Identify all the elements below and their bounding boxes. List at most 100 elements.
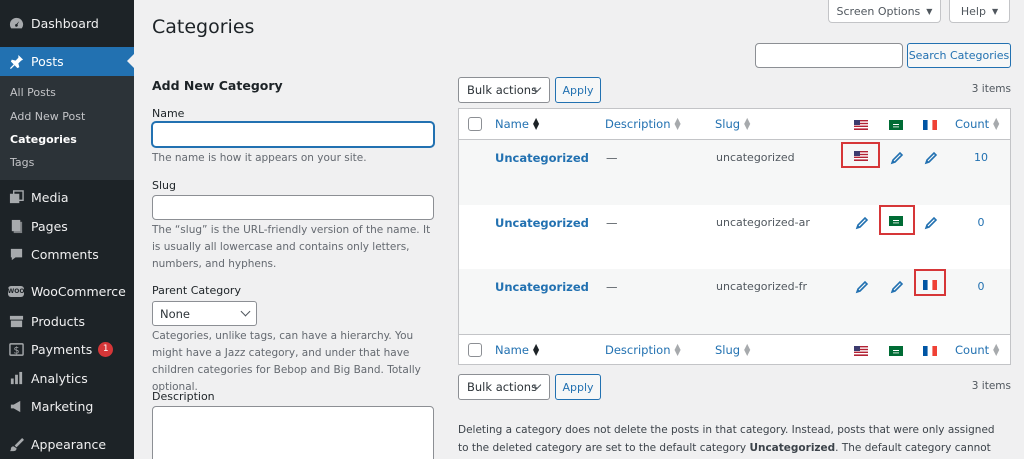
edit-translation-pencil-icon[interactable] <box>855 216 869 230</box>
search-categories-input[interactable] <box>755 43 903 68</box>
table-header: Name ▲ ▼ Description ▲ ▼ Slug ▲ ▼ Count ▲ ▼ <box>459 109 1010 140</box>
slug-field[interactable] <box>152 195 434 220</box>
parent-category-select[interactable]: None <box>152 301 257 326</box>
admin-sidebar: Dashboard Posts All Posts Add New Post C… <box>0 0 134 459</box>
add-new-category-heading: Add New Category <box>152 78 283 93</box>
column-slug[interactable]: Slug ▲ ▼ <box>715 116 751 132</box>
column-description[interactable]: Description ▲ ▼ <box>605 342 681 358</box>
column-name[interactable]: Name ▲ ▼ <box>495 343 539 358</box>
menu-analytics[interactable]: Analytics <box>0 364 134 392</box>
categories-table: Name ▲ ▼ Description ▲ ▼ Slug ▲ ▼ Count ▲ ▼ Unca… <box>458 108 1011 365</box>
menu-label: WooCommerce <box>31 283 126 299</box>
name-label: Name <box>152 107 185 120</box>
search-categories-button[interactable]: Search Categories <box>907 43 1011 68</box>
menu-label: Marketing <box>31 398 94 414</box>
notification-badge: 1 <box>98 341 114 357</box>
menu-label: Pages <box>31 218 68 234</box>
highlight-box <box>841 142 880 168</box>
menu-label: Posts <box>31 54 64 69</box>
us-flag-icon <box>854 346 868 356</box>
menu-pages[interactable]: Pages <box>0 212 134 240</box>
parent-category-label: Parent Category <box>152 284 241 297</box>
category-count-link[interactable]: 0 <box>971 216 991 229</box>
us-flag-icon <box>854 120 868 130</box>
menu-products[interactable]: Products <box>0 307 134 335</box>
submenu-add-new-post[interactable]: Add New Post <box>10 110 85 123</box>
chevron-down-icon <box>240 306 251 317</box>
edit-translation-pencil-icon[interactable] <box>924 216 938 230</box>
submenu-all-posts[interactable]: All Posts <box>10 86 56 99</box>
column-name[interactable]: Name ▲ ▼ <box>495 117 539 132</box>
menu-marketing[interactable]: Marketing <box>0 392 134 420</box>
category-count-link[interactable]: 10 <box>971 151 991 164</box>
table-row: Uncategorized — uncategorized-ar 0 <box>459 205 1010 270</box>
menu-comments[interactable]: Comments <box>0 240 134 268</box>
help-button[interactable]: Help ▼ <box>949 0 1010 23</box>
menu-posts[interactable]: Posts <box>0 47 134 76</box>
menu-media[interactable]: Media <box>0 183 134 211</box>
sort-icon: ▲ ▼ <box>993 342 1000 357</box>
edit-translation-pencil-icon[interactable] <box>890 280 904 294</box>
menu-payments[interactable]: $ Payments 1 <box>0 335 134 363</box>
screen-options-button[interactable]: Screen Options ▼ <box>828 0 941 23</box>
select-all-checkbox[interactable] <box>468 117 482 131</box>
menu-dashboard[interactable]: Dashboard <box>0 9 134 37</box>
delete-category-note: Deleting a category does not delete the … <box>458 424 995 454</box>
category-slug: uncategorized-ar <box>716 216 810 229</box>
slug-help-text: The “slug” is the URL-friendly version o… <box>152 224 431 270</box>
menu-label: Dashboard <box>31 15 99 31</box>
bulk-actions-select-bottom[interactable]: Bulk actions <box>458 374 550 400</box>
woocommerce-icon: WOO <box>7 285 25 297</box>
column-count[interactable]: Count ▲ ▼ <box>955 116 1000 132</box>
apply-button[interactable]: Apply <box>555 77 601 103</box>
sort-icon: ▲ ▼ <box>674 116 681 131</box>
brush-icon <box>8 436 24 452</box>
table-row: Uncategorized — uncategorized 10 <box>459 140 1010 205</box>
table-footer-header: Name ▲ ▼ Description ▲ ▼ Slug ▲ ▼ Count ▲ ▼ <box>459 334 1010 365</box>
apply-button-bottom[interactable]: Apply <box>555 374 601 400</box>
category-name-link[interactable]: Uncategorized <box>495 216 589 230</box>
description-textarea[interactable] <box>152 406 434 459</box>
edit-translation-pencil-icon[interactable] <box>855 280 869 294</box>
slug-label: Slug <box>152 179 176 192</box>
caret-down-icon: ▼ <box>926 6 933 16</box>
menu-label: Payments <box>31 341 93 357</box>
menu-appearance[interactable]: Appearance <box>0 430 134 458</box>
sort-icon: ▲ ▼ <box>744 116 751 131</box>
bulk-actions-select[interactable]: Bulk actions <box>458 77 550 103</box>
sort-icon: ▲ ▼ <box>993 116 1000 131</box>
dashboard-icon <box>8 15 24 31</box>
archive-icon <box>8 313 24 329</box>
menu-woocommerce[interactable]: WOO WooCommerce <box>0 277 134 305</box>
payments-icon: $ <box>8 341 24 357</box>
category-description: — <box>606 151 618 165</box>
edit-translation-pencil-icon[interactable] <box>890 151 904 165</box>
france-flag-icon <box>923 346 937 356</box>
submenu-categories[interactable]: Categories <box>10 133 77 146</box>
sort-icon: ▲ ▼ <box>744 342 751 357</box>
menu-label: Appearance <box>31 436 107 452</box>
column-count[interactable]: Count ▲ ▼ <box>955 342 1000 358</box>
france-flag-icon <box>923 120 937 130</box>
caret-down-icon: ▼ <box>991 6 999 16</box>
saudi-flag-icon <box>889 120 903 130</box>
saudi-flag-icon <box>889 346 903 356</box>
category-description: — <box>606 216 618 230</box>
sort-icon: ▲ ▼ <box>674 342 681 357</box>
name-field[interactable] <box>152 122 434 147</box>
megaphone-icon <box>8 398 24 414</box>
media-icon <box>8 189 24 205</box>
edit-translation-pencil-icon[interactable] <box>924 151 938 165</box>
submenu-tags[interactable]: Tags <box>10 156 34 169</box>
highlight-box <box>914 269 946 296</box>
highlight-box <box>879 205 915 235</box>
items-count: 3 items <box>971 83 1011 95</box>
description-label: Description <box>152 390 215 403</box>
select-all-checkbox[interactable] <box>468 343 482 357</box>
category-name-link[interactable]: Uncategorized <box>495 151 589 165</box>
category-name-link[interactable]: Uncategorized <box>495 280 589 294</box>
name-help-text: The name is how it appears on your site. <box>152 152 367 164</box>
column-slug[interactable]: Slug ▲ ▼ <box>715 342 751 358</box>
category-count-link[interactable]: 0 <box>971 280 991 293</box>
column-description[interactable]: Description ▲ ▼ <box>605 116 681 132</box>
